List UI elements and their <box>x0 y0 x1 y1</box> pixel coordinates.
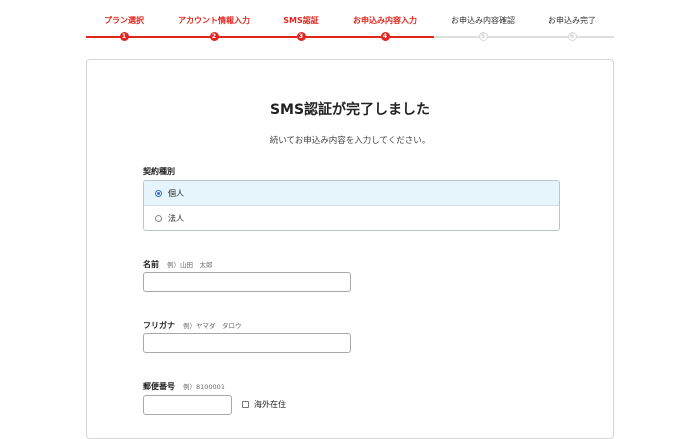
checkbox-icon[interactable] <box>242 401 249 408</box>
postal-code-label: 郵便番号 例）8100001 <box>143 381 225 392</box>
step-label: SMS認証 <box>283 16 319 25</box>
step-number: 5 <box>478 32 488 41</box>
page-title: SMS認証が完了しました <box>269 102 431 118</box>
step-application-input: お申込み内容入力 4 <box>340 0 430 48</box>
step-number: 3 <box>296 32 306 41</box>
name-label-text: 名前 <box>143 260 159 269</box>
radio-selected-icon <box>155 189 162 197</box>
step-label: プラン選択 <box>104 16 144 25</box>
step-label: アカウント情報入力 <box>178 16 250 25</box>
postal-code-input[interactable] <box>143 395 232 415</box>
contract-type-label: 契約種別 <box>143 166 175 177</box>
overseas-checkbox[interactable]: 海外在住 <box>242 399 286 410</box>
page-subtitle: 続いてお申込み内容を入力してください。 <box>269 136 431 146</box>
postal-code-label-text: 郵便番号 <box>143 382 175 391</box>
step-number: 4 <box>380 32 390 41</box>
name-label: 名前 例）山田 太郎 <box>143 259 213 270</box>
radio-option-corporate[interactable]: 法人 <box>144 206 559 230</box>
furigana-hint: 例）ヤマダ タロウ <box>183 322 242 330</box>
name-hint: 例）山田 太郎 <box>167 261 213 269</box>
step-label: お申込み内容入力 <box>353 16 417 25</box>
step-sms-auth: SMS認証 3 <box>256 0 346 48</box>
step-label: お申込み内容確認 <box>451 16 515 25</box>
furigana-input[interactable] <box>143 333 351 353</box>
progress-stepper: プラン選択 1 アカウント情報入力 2 SMS認証 3 お申込み内容入力 4 お… <box>80 0 618 48</box>
radio-option-label: 法人 <box>168 214 184 223</box>
step-application-complete: お申込み完了 6 <box>527 0 617 48</box>
step-account-info: アカウント情報入力 2 <box>169 0 259 48</box>
overseas-checkbox-label: 海外在住 <box>254 400 286 409</box>
step-number: 1 <box>119 32 129 41</box>
step-application-confirm: お申込み内容確認 5 <box>438 0 528 48</box>
contract-type-label-text: 契約種別 <box>143 167 175 176</box>
step-number: 6 <box>567 32 577 41</box>
radio-unselected-icon <box>155 215 162 222</box>
step-label: お申込み完了 <box>548 16 596 25</box>
radio-option-label: 個人 <box>168 188 184 198</box>
radio-option-individual[interactable]: 個人 <box>144 181 559 206</box>
application-form-card: SMS認証が完了しました 続いてお申込み内容を入力してください。 契約種別 個人… <box>86 59 614 439</box>
postal-code-hint: 例）8100001 <box>183 383 225 391</box>
step-number: 2 <box>209 32 219 41</box>
name-input[interactable] <box>143 272 351 292</box>
contract-type-radio-group: 個人 法人 <box>143 180 560 231</box>
furigana-label-text: フリガナ <box>143 321 175 330</box>
step-plan-selection: プラン選択 1 <box>79 0 169 48</box>
furigana-label: フリガナ 例）ヤマダ タロウ <box>143 320 242 331</box>
